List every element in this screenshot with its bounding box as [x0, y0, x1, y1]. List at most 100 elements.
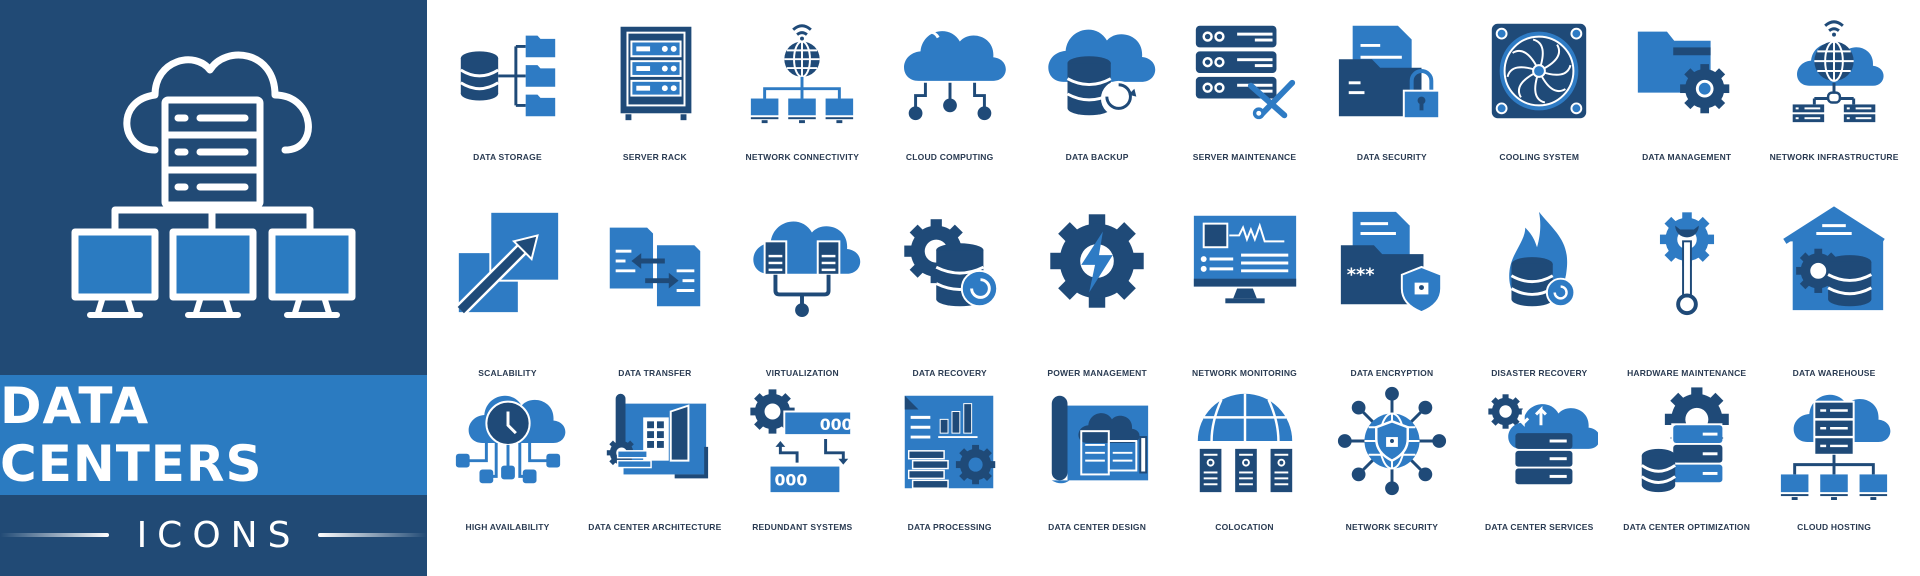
cloud-computing-icon — [903, 30, 1006, 121]
svg-text:000: 000 — [820, 415, 853, 434]
subtitle-row: ICONS — [0, 510, 427, 560]
icon-label: SERVER RACK — [622, 152, 687, 162]
page-title: DATA CENTERS — [0, 377, 263, 493]
svg-text:000: 000 — [775, 470, 808, 489]
data-storage-icon — [459, 35, 555, 117]
colocation-icon — [1197, 393, 1292, 493]
data-security-icon — [1338, 25, 1441, 120]
decorative-line-left — [0, 533, 109, 537]
subtitle: ICONS — [136, 514, 301, 556]
scalability-icon — [455, 210, 560, 316]
network-connectivity-icon — [751, 24, 854, 124]
icon-label: HARDWARE MAINTENANCE — [1627, 368, 1747, 378]
icon-label: CLOUD COMPUTING — [905, 152, 994, 162]
cloud-server-network-icon — [71, 51, 356, 318]
icon-label: DATA ENCRYPTION — [1350, 368, 1434, 378]
icon-label: DATA STORAGE — [473, 152, 542, 162]
icon-label: DATA PROCESSING — [907, 522, 992, 532]
icon-label: DATA WAREHOUSE — [1792, 368, 1876, 378]
data-management-icon — [1637, 31, 1729, 114]
icon-tile: DISASTER RECOVERY — [1466, 202, 1613, 378]
data-center-architecture-icon — [606, 393, 708, 479]
icon-label: POWER MANAGEMENT — [1047, 368, 1147, 378]
data-center-design-icon — [1051, 395, 1149, 484]
icon-label: COOLING SYSTEM — [1499, 152, 1580, 162]
data-recovery-icon — [903, 219, 998, 308]
network-infrastructure-icon — [1792, 20, 1884, 123]
server-rack-icon — [620, 26, 692, 121]
icon-tile: DATA TRANSFER — [581, 202, 728, 378]
icon-tile: NETWORK CONNECTIVITY — [729, 12, 876, 162]
icon-tile: DATA BACKUP — [1024, 12, 1171, 162]
svg-text:***: *** — [1347, 266, 1375, 286]
network-security-icon — [1337, 386, 1446, 496]
hero-panel: DATA CENTERS ICONS — [0, 0, 427, 576]
icon-tile: NETWORK SECURITY — [1318, 382, 1465, 532]
icon-tile: DATA SECURITY — [1318, 12, 1465, 162]
icon-label: DATA BACKUP — [1065, 152, 1129, 162]
data-transfer-icon — [609, 227, 701, 307]
icon-label: NETWORK CONNECTIVITY — [745, 152, 860, 162]
icon-grid: DATA STORAGE SERVER RACK NETWORK CONNECTI… — [434, 0, 1920, 576]
icon-label: HIGH AVAILABILITY — [465, 522, 550, 532]
icon-tile: SCALABILITY — [434, 202, 581, 378]
icon-tile: DATA CENTER OPTIMIZATION — [1613, 382, 1760, 532]
icon-label: DATA CENTER SERVICES — [1485, 522, 1594, 532]
title-banner: DATA CENTERS — [0, 375, 427, 495]
icon-tile: *** DATA ENCRYPTION — [1318, 202, 1465, 378]
icon-label: SCALABILITY — [478, 368, 537, 378]
icon-tile: DATA CENTER SERVICES — [1466, 382, 1613, 532]
icon-label: NETWORK SECURITY — [1345, 522, 1439, 532]
icon-tile: SERVER MAINTENANCE — [1171, 12, 1318, 162]
power-management-icon — [1050, 214, 1144, 308]
high-availability-icon — [455, 395, 565, 484]
redundant-systems-icon: 000 000 — [750, 389, 853, 493]
icon-tile: DATA CENTER DESIGN — [1024, 382, 1171, 532]
data-processing-icon — [904, 395, 995, 489]
icon-tile: DATA WAREHOUSE — [1761, 202, 1908, 378]
icon-tile: POWER MANAGEMENT — [1024, 202, 1171, 378]
icon-tile: DATA STORAGE — [434, 12, 581, 162]
icon-tile: CLOUD HOSTING — [1761, 382, 1908, 532]
icon-tile: HIGH AVAILABILITY — [434, 382, 581, 532]
icon-tile: CLOUD COMPUTING — [876, 12, 1023, 162]
icon-tile: VIRTUALIZATION — [729, 202, 876, 378]
icon-label: DATA CENTER DESIGN — [1048, 522, 1147, 532]
icon-label: DATA CENTER ARCHITECTURE — [588, 522, 722, 532]
icon-tile: DATA CENTER ARCHITECTURE — [581, 382, 728, 532]
icon-label: DATA TRANSFER — [618, 368, 692, 378]
icon-tile: 000 000 REDUNDANT SYSTEMS — [729, 382, 876, 532]
virtualization-icon — [753, 221, 861, 318]
disaster-recovery-icon — [1509, 211, 1576, 308]
data-encryption-icon: *** — [1340, 211, 1443, 314]
icon-tile: COLOCATION — [1171, 382, 1318, 532]
cloud-hosting-icon — [1780, 394, 1891, 500]
icon-tile: HARDWARE MAINTENANCE — [1613, 202, 1760, 378]
icon-label: CLOUD HOSTING — [1797, 522, 1872, 532]
server-maintenance-icon — [1195, 25, 1295, 120]
hardware-maintenance-icon — [1659, 212, 1714, 316]
icon-label: COLOCATION — [1215, 522, 1274, 532]
icon-label: DATA RECOVERY — [912, 368, 987, 378]
icon-tile: COOLING SYSTEM — [1466, 12, 1613, 162]
data-center-services-icon — [1488, 394, 1599, 485]
icon-tile: DATA PROCESSING — [876, 382, 1023, 532]
icon-tile: DATA RECOVERY — [876, 202, 1023, 378]
icon-tile: NETWORK INFRASTRUCTURE — [1761, 12, 1908, 162]
icon-tile: DATA MANAGEMENT — [1613, 12, 1760, 162]
network-monitoring-icon — [1193, 215, 1296, 304]
cooling-system-icon — [1492, 23, 1587, 119]
icon-label: NETWORK INFRASTRUCTURE — [1769, 152, 1899, 162]
icon-label: SERVER MAINTENANCE — [1192, 152, 1297, 162]
decorative-line-right — [318, 533, 427, 537]
icon-label: VIRTUALIZATION — [765, 368, 839, 378]
data-center-optimization-icon — [1640, 387, 1729, 493]
data-backup-icon — [1048, 29, 1156, 117]
icon-label: DATA MANAGEMENT — [1642, 152, 1732, 162]
icon-label: DATA SECURITY — [1356, 152, 1427, 162]
icon-label: NETWORK MONITORING — [1192, 368, 1297, 378]
data-warehouse-icon — [1783, 206, 1885, 311]
icon-tile: NETWORK MONITORING — [1171, 202, 1318, 378]
icon-label: REDUNDANT SYSTEMS — [752, 522, 853, 532]
icon-tile: SERVER RACK — [581, 12, 728, 162]
